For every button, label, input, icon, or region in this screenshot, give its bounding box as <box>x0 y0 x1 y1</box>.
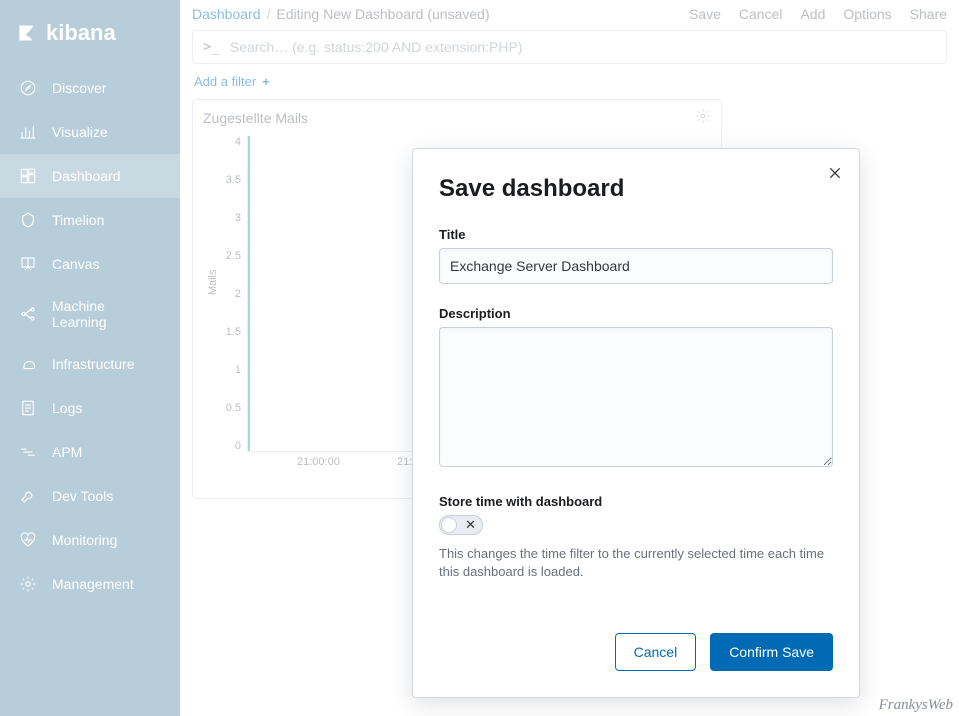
sidebar-item-label: Dashboard <box>52 168 121 184</box>
filter-row: Add a filter + <box>180 64 959 99</box>
y-tick: 2 <box>235 288 241 300</box>
sidebar-item-dev-tools[interactable]: Dev Tools <box>0 474 180 518</box>
breadcrumb-current: Editing New Dashboard (unsaved) <box>276 6 489 22</box>
chart-line <box>248 136 250 451</box>
breadcrumb-separator: / <box>267 6 271 22</box>
sidebar-item-label: Management <box>52 576 134 592</box>
switch-thumb <box>441 517 457 533</box>
sidebar-item-timelion[interactable]: Timelion <box>0 198 180 242</box>
description-field-group: Description <box>439 306 833 472</box>
apm-icon <box>18 442 38 462</box>
canvas-icon <box>18 254 38 274</box>
description-textarea[interactable] <box>439 327 833 467</box>
sidebar-item-label: Canvas <box>52 256 99 272</box>
title-field-group: Title <box>439 227 833 284</box>
sidebar-item-visualize[interactable]: Visualize <box>0 110 180 154</box>
y-tick: 2.5 <box>226 250 241 262</box>
breadcrumb-root[interactable]: Dashboard <box>192 6 261 22</box>
panel-title: Zugestellte Mails <box>203 110 308 126</box>
infrastructure-icon <box>18 354 38 374</box>
y-tick: 3 <box>235 212 241 224</box>
title-label: Title <box>439 227 833 242</box>
modal-heading: Save dashboard <box>439 175 833 203</box>
breadcrumb: Dashboard / Editing New Dashboard (unsav… <box>192 6 490 22</box>
store-time-toggle[interactable]: ✕ <box>439 515 483 535</box>
sidebar-item-label: Visualize <box>52 124 108 140</box>
y-ticks: 4 3.5 3 2.5 2 1.5 1 0.5 0 <box>217 136 241 452</box>
sidebar: kibana Discover Visualize Dashboard Time… <box>0 0 180 716</box>
query-bar[interactable]: >_ <box>192 30 947 64</box>
sidebar-item-label: Monitoring <box>52 532 117 548</box>
y-tick: 1.5 <box>226 326 241 338</box>
sidebar-item-management[interactable]: Management <box>0 562 180 606</box>
top-action-save[interactable]: Save <box>689 6 721 22</box>
top-action-share[interactable]: Share <box>910 6 947 22</box>
sidebar-item-label: Timelion <box>52 212 104 228</box>
sidebar-item-label: Logs <box>52 400 82 416</box>
sidebar-item-label: APM <box>52 444 82 460</box>
title-input[interactable] <box>439 248 833 284</box>
confirm-save-button[interactable]: Confirm Save <box>710 633 833 671</box>
close-icon[interactable] <box>827 165 843 186</box>
brand[interactable]: kibana <box>0 8 180 66</box>
sidebar-item-monitoring[interactable]: Monitoring <box>0 518 180 562</box>
cancel-button[interactable]: Cancel <box>615 633 697 671</box>
top-action-options[interactable]: Options <box>843 6 891 22</box>
kibana-logo-icon <box>16 23 36 43</box>
sidebar-item-apm[interactable]: APM <box>0 430 180 474</box>
watermark: FrankysWeb <box>879 697 953 714</box>
sidebar-item-label: Dev Tools <box>52 488 113 504</box>
sidebar-item-logs[interactable]: Logs <box>0 386 180 430</box>
compass-icon <box>18 78 38 98</box>
gear-icon <box>18 574 38 594</box>
y-tick: 0 <box>235 440 241 452</box>
plus-icon[interactable]: + <box>262 74 270 89</box>
timelion-icon <box>18 210 38 230</box>
y-tick: 4 <box>235 136 241 148</box>
sidebar-item-infrastructure[interactable]: Infrastructure <box>0 342 180 386</box>
barchart-icon <box>18 122 38 142</box>
save-dashboard-modal: Save dashboard Title Description Store t… <box>412 148 860 698</box>
sidebar-item-label: Infrastructure <box>52 356 134 372</box>
top-action-add[interactable]: Add <box>800 6 825 22</box>
y-tick: 3.5 <box>226 174 241 186</box>
brand-name: kibana <box>46 20 116 46</box>
sidebar-item-dashboard[interactable]: Dashboard <box>0 154 180 198</box>
store-time-field-group: Store time with dashboard ✕ This changes… <box>439 494 833 581</box>
top-actions: Save Cancel Add Options Share <box>689 6 947 22</box>
sidebar-item-label: Machine Learning <box>52 298 162 330</box>
panel-header: Zugestellte Mails <box>193 100 721 135</box>
panel-gear-icon[interactable] <box>695 108 711 127</box>
sidebar-item-discover[interactable]: Discover <box>0 66 180 110</box>
sidebar-item-canvas[interactable]: Canvas <box>0 242 180 286</box>
store-time-label: Store time with dashboard <box>439 494 833 509</box>
search-input[interactable] <box>230 39 936 55</box>
topbar: Dashboard / Editing New Dashboard (unsav… <box>180 0 959 22</box>
switch-off-icon: ✕ <box>465 517 476 533</box>
ml-icon <box>18 304 38 324</box>
logs-icon <box>18 398 38 418</box>
add-filter-link[interactable]: Add a filter <box>194 74 256 89</box>
wrench-icon <box>18 486 38 506</box>
sidebar-item-label: Discover <box>52 80 106 96</box>
y-tick: 1 <box>235 364 241 376</box>
x-tick: 21:00:00 <box>297 456 397 468</box>
heartbeat-icon <box>18 530 38 550</box>
query-prompt-icon: >_ <box>203 39 220 55</box>
description-label: Description <box>439 306 833 321</box>
dashboard-icon <box>18 166 38 186</box>
nav: Discover Visualize Dashboard Timelion Ca… <box>0 66 180 606</box>
modal-actions: Cancel Confirm Save <box>439 633 833 671</box>
store-time-help: This changes the time filter to the curr… <box>439 545 833 581</box>
y-tick: 0.5 <box>226 402 241 414</box>
top-action-cancel[interactable]: Cancel <box>739 6 783 22</box>
sidebar-item-machine-learning[interactable]: Machine Learning <box>0 286 180 342</box>
